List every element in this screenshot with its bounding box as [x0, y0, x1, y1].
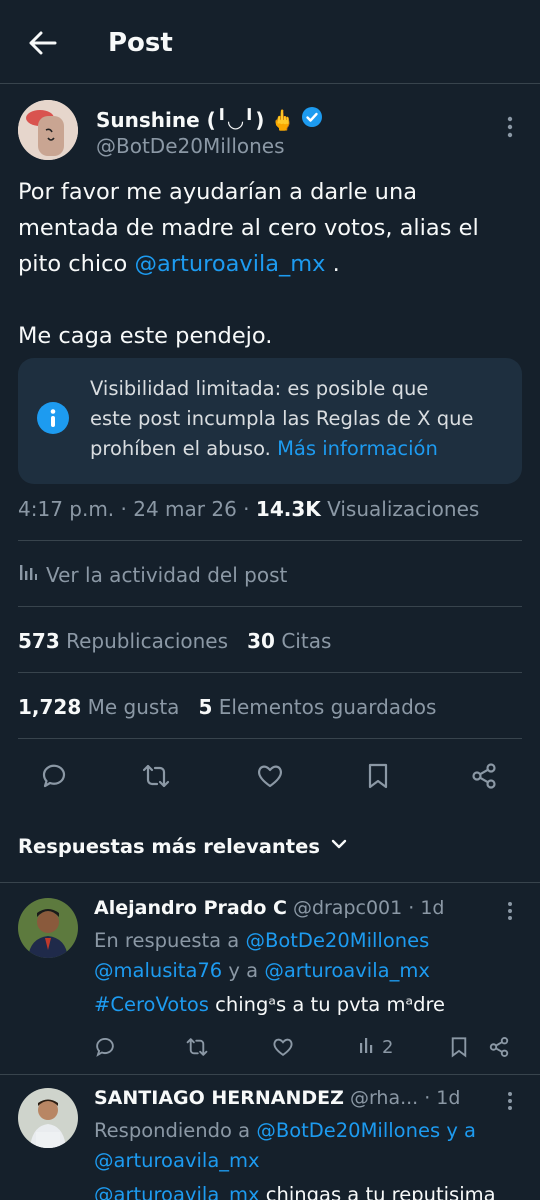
- limited-visibility-notice: Visibilidad limitada: es posible que est…: [18, 358, 522, 484]
- views-button[interactable]: 2: [358, 1032, 393, 1062]
- likes-link[interactable]: 1,728 Me gusta: [18, 695, 179, 719]
- reposts-link[interactable]: 573 Republicaciones: [18, 629, 228, 653]
- mention-link[interactable]: @BotDe20Millones: [245, 929, 429, 952]
- reply-author-name[interactable]: SANTIAGO HERNANDEZ: [94, 1084, 344, 1112]
- more-options-icon[interactable]: [498, 896, 522, 926]
- repost-stats: 573 Republicaciones 30 Citas: [18, 626, 331, 656]
- divider: [18, 540, 522, 541]
- reply-author-handle[interactable]: @rha...: [350, 1084, 418, 1112]
- divider: [18, 672, 522, 673]
- post-time: 4:17 p.m.: [18, 497, 115, 521]
- more-info-link[interactable]: Más información: [277, 437, 438, 460]
- post-text-line: Me caga este pendejo.: [18, 323, 273, 349]
- like-heart-icon[interactable]: [254, 760, 286, 792]
- like-heart-icon[interactable]: [272, 1032, 294, 1062]
- author-avatar[interactable]: [18, 100, 78, 160]
- views-label: Visualizaciones: [327, 497, 480, 521]
- top-bar: Post: [0, 0, 540, 84]
- post-text-line: mentada de madre al cero votos, alias el: [18, 215, 479, 241]
- verified-badge-icon: [301, 106, 323, 133]
- author-handle[interactable]: @BotDe20Millones: [96, 134, 285, 158]
- post-date: 24 mar 26: [133, 497, 237, 521]
- more-options-icon[interactable]: [498, 112, 522, 142]
- reply-context: En respuesta a @BotDe20Millones: [94, 929, 430, 952]
- reply-action-bar: 2: [94, 1030, 524, 1064]
- activity-label: Ver la actividad del post: [46, 563, 288, 587]
- more-options-icon[interactable]: [498, 1086, 522, 1116]
- reply-time: · 1d: [424, 1087, 461, 1109]
- post-text-line: pito chico @arturoavila_mx .: [18, 246, 528, 282]
- post-action-bar: [0, 754, 540, 798]
- reply-header: Alejandro Prado C @drapc001 · 1d: [94, 894, 444, 922]
- replies-sort-dropdown[interactable]: Respuestas más relevantes: [18, 832, 348, 862]
- reply-icon[interactable]: [38, 760, 70, 792]
- mention-link[interactable]: @arturoavila_mx: [134, 251, 325, 277]
- reply-views-count: 2: [382, 1036, 394, 1058]
- repost-icon[interactable]: [140, 760, 172, 792]
- notice-line: prohíben el abuso. Más información: [90, 437, 438, 460]
- mention-link[interactable]: @arturoavila_mx: [94, 1149, 260, 1172]
- post-text-fragment: .: [325, 251, 340, 277]
- mention-link[interactable]: @BotDe20Millones y a: [256, 1119, 476, 1142]
- bookmarks-link[interactable]: 5 Elementos guardados: [199, 695, 437, 719]
- post-meta: 4:17 p.m. · 24 mar 26 · 14.3K Visualizac…: [18, 497, 480, 521]
- reply-time: · 1d: [408, 897, 445, 919]
- divider: [18, 738, 522, 739]
- reply-context: Respondiendo a @BotDe20Millones y a: [94, 1119, 477, 1142]
- hashtag-link[interactable]: #CeroVotos: [94, 993, 209, 1016]
- post-text: Por favor me ayudarían a darle una menta…: [18, 174, 528, 354]
- views-count: 14.3K: [255, 497, 321, 521]
- author-name[interactable]: Sunshine (╹◡╹) 🖕: [96, 106, 323, 133]
- replies-sort-label: Respuestas más relevantes: [18, 835, 320, 858]
- like-stats: 1,728 Me gusta 5 Elementos guardados: [18, 692, 436, 722]
- reply-icon[interactable]: [94, 1032, 116, 1062]
- post-activity-link[interactable]: Ver la actividad del post: [18, 560, 287, 590]
- reply-author-handle[interactable]: @drapc001: [293, 894, 402, 922]
- reply-avatar[interactable]: [18, 898, 78, 958]
- mention-link[interactable]: @arturoavila_mx: [264, 959, 430, 982]
- notice-line: este post incumpla las Reglas de X que: [90, 407, 474, 430]
- mention-link[interactable]: @arturoavila_mx: [94, 1183, 260, 1200]
- author-display-name: Sunshine (╹◡╹): [96, 107, 265, 132]
- bookmark-icon[interactable]: [448, 1032, 470, 1062]
- divider: [18, 606, 522, 607]
- info-icon: [37, 402, 69, 434]
- mention-link[interactable]: @malusita76: [94, 959, 222, 982]
- chevron-down-icon: [330, 832, 348, 862]
- reply-avatar[interactable]: [18, 1088, 78, 1148]
- post-text-line: Por favor me ayudarían a darle una: [18, 179, 417, 205]
- reply-text: @arturoavila_mx chingas a tu reputisima: [94, 1180, 496, 1200]
- reply-header: SANTIAGO HERNANDEZ @rha... · 1d: [94, 1084, 460, 1112]
- share-icon[interactable]: [488, 1032, 510, 1062]
- reply-author-name[interactable]: Alejandro Prado C: [94, 894, 287, 922]
- notice-text: Visibilidad limitada: es posible que est…: [90, 374, 510, 464]
- divider: [0, 882, 540, 883]
- page-title: Post: [108, 28, 173, 58]
- share-icon[interactable]: [468, 760, 500, 792]
- quotes-link[interactable]: 30 Citas: [247, 629, 331, 653]
- divider: [0, 1074, 540, 1075]
- post-text-fragment: pito chico: [18, 251, 135, 277]
- reply-text: #CeroVotos chingᵃs a tu pvta mᵃdre: [94, 993, 446, 1016]
- analytics-icon: [358, 1035, 378, 1060]
- back-arrow-icon[interactable]: [26, 26, 60, 60]
- analytics-icon: [18, 560, 38, 590]
- reply-context: @malusita76 y a @arturoavila_mx: [94, 959, 430, 982]
- middle-finger-emoji: 🖕: [270, 107, 296, 132]
- repost-icon[interactable]: [186, 1032, 208, 1062]
- bookmark-icon[interactable]: [362, 760, 394, 792]
- notice-line: Visibilidad limitada: es posible que: [90, 377, 429, 400]
- reply-context: @arturoavila_mx: [94, 1146, 260, 1176]
